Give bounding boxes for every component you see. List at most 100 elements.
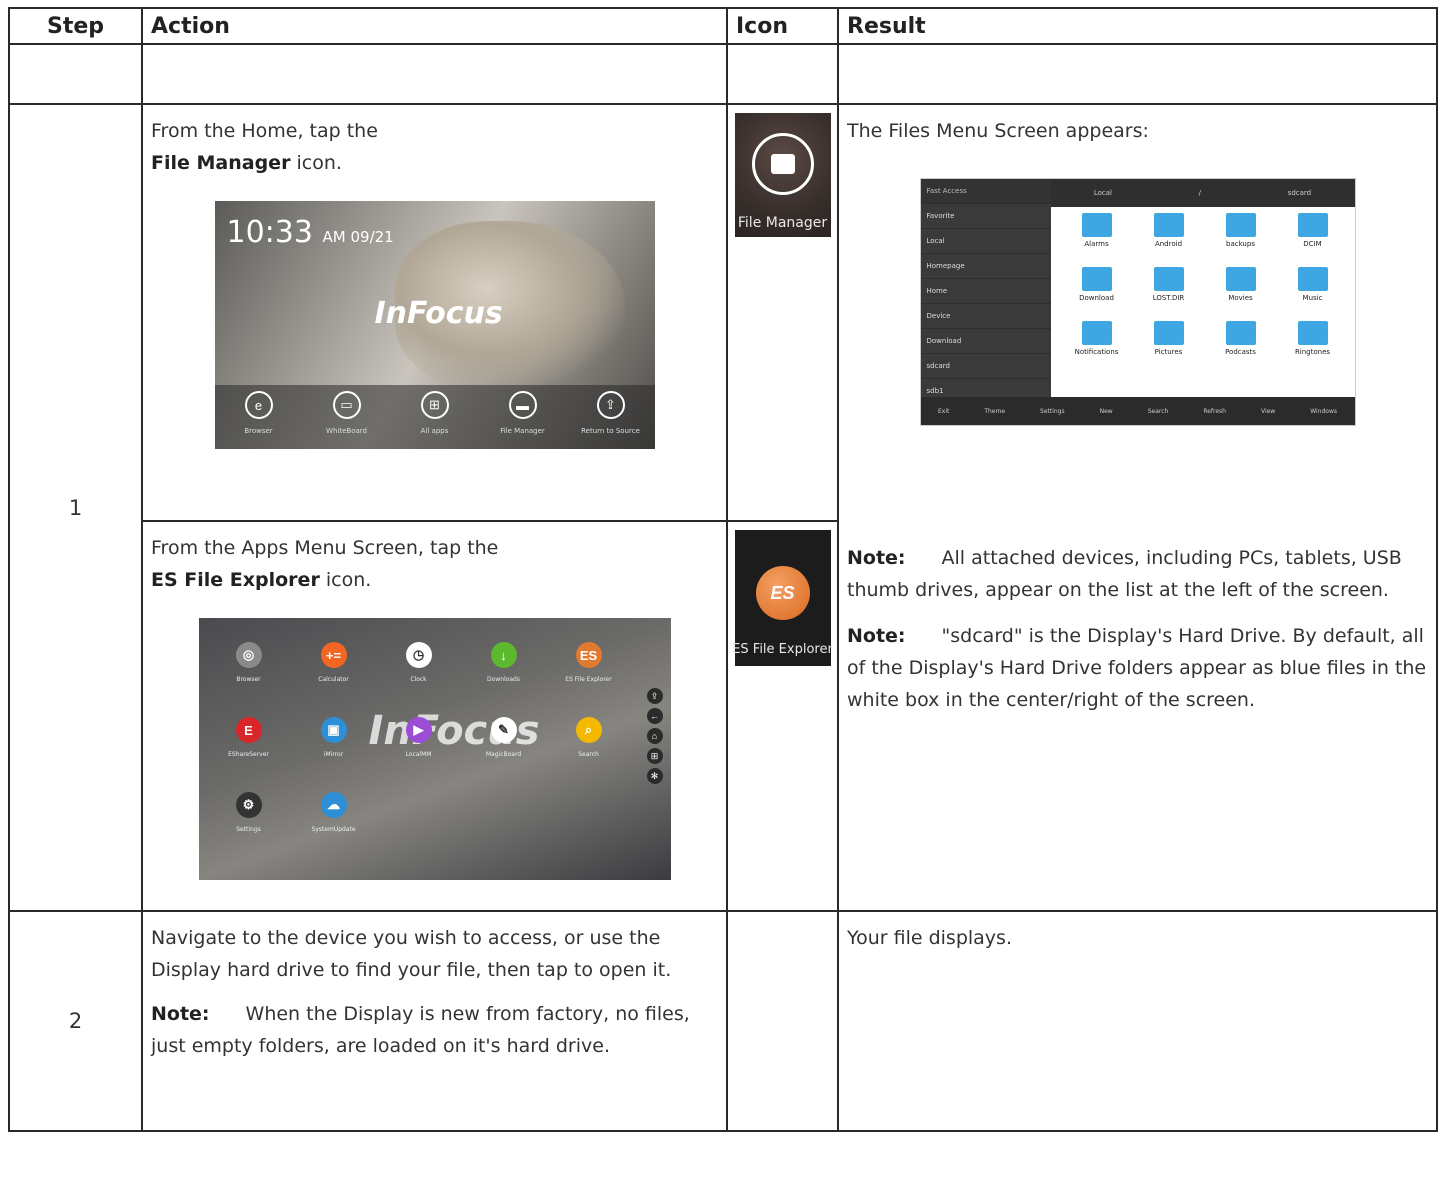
dock-file-manager[interactable]: ▬ File Manager: [483, 391, 563, 435]
files-sidebar-item[interactable]: Homepage: [920, 254, 1051, 279]
app-icon: ↓: [490, 642, 517, 668]
files-sidebar-item[interactable]: Download: [920, 329, 1051, 354]
app-item[interactable]: E EShareServer: [209, 717, 289, 758]
app-label: Settings: [236, 826, 261, 833]
folder-item[interactable]: LOST.DIR: [1133, 267, 1205, 302]
folder-label: Movies: [1228, 294, 1253, 302]
files-toolbar: Exit Theme Settings New Search Refresh V…: [920, 397, 1355, 425]
app-item[interactable]: ⚙ Settings: [209, 792, 289, 833]
dock-label: File Manager: [500, 427, 545, 435]
app-label: ES File Explorer: [565, 676, 612, 683]
note-label: Note:: [151, 1003, 210, 1025]
folder-icon: [770, 154, 795, 174]
folder-item[interactable]: Alarms: [1061, 213, 1133, 248]
toolbar-exit[interactable]: Exit: [938, 408, 949, 415]
app-icon: ⌕: [575, 717, 602, 743]
folder-label: DCIM: [1303, 240, 1322, 248]
folder-item[interactable]: Notifications: [1061, 321, 1133, 356]
snowflake-icon[interactable]: ✻: [646, 768, 663, 784]
toolbar-refresh[interactable]: Refresh: [1203, 408, 1226, 415]
files-tab-local[interactable]: Local: [1094, 189, 1112, 197]
home-icon[interactable]: ⌂: [646, 728, 663, 744]
files-path-current[interactable]: sdcard: [1288, 189, 1311, 197]
folder-label: Podcasts: [1225, 348, 1256, 356]
header-icon: Icon: [726, 7, 839, 45]
folder-item[interactable]: Music: [1277, 267, 1349, 302]
dock-whiteboard[interactable]: ▭ WhiteBoard: [307, 391, 387, 435]
es-file-explorer-label: ES File Explorer: [732, 642, 833, 657]
folder-item[interactable]: Ringtones: [1277, 321, 1349, 356]
toolbar-search[interactable]: Search: [1148, 408, 1169, 415]
step-2-row: 2 Navigate to the device you wish to acc…: [8, 910, 1438, 1132]
folder-label: backups: [1226, 240, 1255, 248]
folder-icon: ▬: [508, 391, 537, 419]
folder-label: Notifications: [1074, 348, 1119, 356]
folder-label: Download: [1079, 294, 1114, 302]
empty-row: [8, 43, 1438, 105]
action-cell: From the Apps Menu Screen, tap the ES Fi…: [141, 520, 728, 912]
result-text: Your file displays.: [847, 927, 1012, 949]
app-item[interactable]: += Calculator: [294, 642, 374, 683]
empty-cell: [726, 43, 839, 105]
action-text-post: icon.: [319, 569, 372, 591]
files-sidebar-item[interactable]: Home: [920, 279, 1051, 304]
es-file-explorer-tile: ES ES File Explorer: [732, 530, 833, 666]
file-manager-label: File Manager: [737, 215, 828, 231]
files-sidebar-item[interactable]: Device: [920, 304, 1051, 329]
dock-return-source[interactable]: ⇪ Return to Source: [571, 391, 651, 435]
app-icon: +=: [320, 642, 347, 668]
folder-item[interactable]: Download: [1061, 267, 1133, 302]
folder-label: Alarms: [1084, 240, 1109, 248]
files-sidebar-item[interactable]: sdcard: [920, 354, 1051, 379]
toolbar-settings[interactable]: Settings: [1040, 408, 1065, 415]
toolbar-windows[interactable]: Windows: [1310, 408, 1337, 415]
action-note: Note: When the Display is new from factor…: [143, 998, 726, 1062]
app-item[interactable]: ↓ Downloads: [464, 642, 544, 683]
folder-item[interactable]: DCIM: [1277, 213, 1349, 248]
app-item[interactable]: ⌕ Search: [549, 717, 629, 758]
icon-cell: File Manager: [726, 103, 839, 522]
folder-item[interactable]: backups: [1205, 213, 1277, 248]
app-icon: E: [235, 717, 262, 743]
app-item[interactable]: ☁ SystemUpdate: [294, 792, 374, 833]
toolbar-view[interactable]: View: [1261, 408, 1275, 415]
files-path-root[interactable]: /: [1199, 189, 1201, 197]
folder-label: LOST.DIR: [1152, 294, 1185, 302]
app-item[interactable]: ▶ LocalMM: [379, 717, 459, 758]
folder-icon: [1225, 213, 1256, 237]
app-item[interactable]: ES ES File Explorer: [549, 642, 629, 683]
note-devices: Note: All attached devices, including PCs…: [847, 542, 1428, 606]
folder-item[interactable]: Podcasts: [1205, 321, 1277, 356]
app-icon: ◷: [405, 642, 432, 668]
folder-label: Music: [1302, 294, 1323, 302]
source-icon[interactable]: ⇪: [646, 688, 663, 704]
files-sidebar-item[interactable]: Local: [920, 229, 1051, 254]
toolbar-theme[interactable]: Theme: [984, 408, 1005, 415]
dock-browser[interactable]: e Browser: [219, 391, 299, 435]
home-dock: e Browser ▭ WhiteBoard ⊞ All apps ▬ File Man…: [214, 385, 655, 449]
app-icon: ✎: [490, 717, 517, 743]
app-item[interactable]: ◎ Browser: [209, 642, 289, 683]
folder-item[interactable]: Pictures: [1133, 321, 1205, 356]
action-cell: Navigate to the device you wish to acces…: [141, 910, 728, 1132]
dock-label: All apps: [420, 427, 449, 435]
app-item[interactable]: ◷ Clock: [379, 642, 459, 683]
infocus-logo: InFocus: [374, 296, 503, 331]
home-clock: 10:33 AM 09/21: [227, 215, 394, 250]
icon-cell: ES ES File Explorer: [726, 520, 839, 912]
folder-item[interactable]: Android: [1133, 213, 1205, 248]
files-sidebar-item[interactable]: Favorite: [920, 204, 1051, 229]
folder-icon: [1153, 267, 1184, 291]
app-item[interactable]: ✎ MagicBoard: [464, 717, 544, 758]
dock-all-apps[interactable]: ⊞ All apps: [395, 391, 475, 435]
app-item[interactable]: ▣ iMirror: [294, 717, 374, 758]
action-text-post: icon.: [290, 152, 342, 174]
apps-grid-icon[interactable]: ⊞: [646, 748, 663, 764]
toolbar-new[interactable]: New: [1100, 408, 1113, 415]
browser-icon: e: [244, 391, 273, 419]
back-icon[interactable]: ←: [646, 708, 663, 724]
folder-icon: [1297, 321, 1328, 345]
app-icon: ES: [575, 642, 602, 668]
folder-item[interactable]: Movies: [1205, 267, 1277, 302]
step-number: 2: [8, 910, 143, 1132]
